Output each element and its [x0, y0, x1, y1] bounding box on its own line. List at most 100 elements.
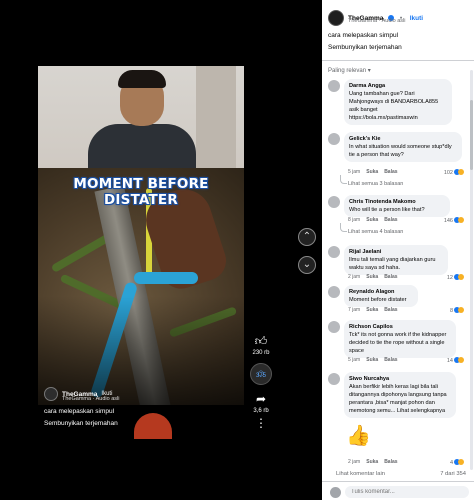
comment-meta: 2 jam Suka Balas [348, 274, 398, 280]
comment-item: Rijal Jaelani Ilmu tali temali yang diaj… [328, 245, 468, 281]
webcam-overlay [38, 66, 244, 168]
like-link[interactable]: Suka [366, 169, 378, 175]
chevron-up-icon: ⌃ [302, 231, 312, 242]
comment-count: 375 [255, 373, 266, 379]
comment-author[interactable]: Richson Capilos [349, 323, 451, 331]
comment-meta: 8 jam Suka Balas [348, 217, 398, 223]
avatar[interactable] [328, 10, 344, 26]
comment-author[interactable]: Darma Angga [349, 82, 447, 90]
video-translate-toggle[interactable]: Sembunyikan terjemahan [44, 420, 118, 427]
scrollbar[interactable] [470, 70, 473, 470]
avatar [330, 487, 341, 498]
reply-link[interactable]: Balas [384, 274, 397, 280]
haha-reaction-icon [458, 274, 464, 280]
comment-text: Tck* its not gonna work if the kidnapper… [349, 332, 447, 354]
chevron-down-icon: ⌄ [302, 259, 312, 270]
comment-text: Ilmu tali temali yang diajarkan guru wak… [349, 257, 436, 271]
reply-link[interactable]: Balas [384, 357, 397, 363]
chevron-down-icon: ▾ [367, 68, 371, 74]
like-link[interactable]: Suka [366, 217, 378, 223]
sort-dropdown[interactable]: Paling relevan ▾ [328, 67, 371, 74]
comment-input[interactable] [345, 486, 469, 498]
more-options-button[interactable]: ⋮ [248, 416, 274, 432]
panel-caption: cara melepaskan simpul [328, 32, 399, 39]
share-button[interactable]: ➦ 3,6 rb [248, 392, 274, 414]
reply-link[interactable]: Balas [384, 307, 397, 313]
reply-link[interactable]: Balas [384, 459, 397, 465]
comment-item: Chris Tinotenda Makomo Who will tie a pe… [328, 195, 468, 237]
reaction-count[interactable]: 4 [450, 459, 464, 466]
comment-bubble: Gelick's Kie In what situation would som… [344, 132, 462, 162]
view-more-comments-link[interactable]: Lihat komentar lain [336, 471, 385, 477]
view-replies-link[interactable]: Lihat semua 3 balasan [339, 175, 403, 187]
avatar[interactable] [328, 80, 340, 92]
reaction-count[interactable]: 102 [444, 169, 464, 176]
like-button[interactable]: 👍︎ 230 rb [248, 334, 274, 356]
comment-item: Reynaldo Alagon Moment before distater 7… [328, 285, 468, 315]
sort-label: Paling relevan [328, 68, 367, 74]
like-link[interactable]: Suka [366, 274, 378, 280]
haha-reaction-icon [458, 459, 464, 465]
comment-button[interactable]: ◯ 375 [248, 363, 274, 387]
avatar[interactable] [328, 133, 340, 145]
reaction-count[interactable]: 8 [450, 307, 464, 314]
comment-author[interactable]: Chris Tinotenda Makomo [349, 198, 445, 206]
share-count: 3,6 rb [253, 408, 269, 414]
haha-reaction-icon [458, 169, 464, 175]
comment-author[interactable]: Rijal Jaelani [349, 248, 443, 256]
comment-meta: 5 jam Suka Balas [348, 169, 398, 175]
divider [322, 60, 474, 61]
avatar[interactable] [44, 387, 58, 401]
reply-link[interactable]: Balas [384, 169, 397, 175]
avatar[interactable] [328, 246, 340, 258]
video-player[interactable]: MOMENT BEFORE DISTATER [38, 66, 244, 405]
comment-author[interactable]: Reynaldo Alagon [349, 288, 413, 296]
panel-author-sub: TheGamma · Audio asli [348, 18, 406, 24]
haha-reaction-icon [458, 357, 464, 363]
comment-item: Gelick's Kie In what situation would som… [328, 132, 468, 187]
haha-reaction-icon [458, 307, 464, 313]
comment-meta: 2 jam Suka Balas [348, 459, 398, 465]
panel-header: TheGamma · Ikuti TheGamma · Audio asli [328, 9, 423, 27]
comment-text: In what situation would someone stup*dly… [349, 144, 452, 158]
avatar[interactable] [328, 196, 340, 208]
comment-text: Akan berfikir lebih keras lagi bila tali… [349, 384, 447, 414]
divider [322, 481, 474, 482]
comment-item: Siwo Nurcahya Akan berfikir lebih keras … [328, 372, 468, 466]
comment-author[interactable]: Gelick's Kie [349, 135, 457, 143]
comment-meta: 5 jam Suka Balas [348, 357, 398, 363]
share-icon: ➦ [255, 392, 267, 406]
comment-bubble: Richson Capilos Tck* its not gonna work … [344, 320, 456, 358]
reaction-count[interactable]: 14 [447, 357, 464, 364]
panel-follow-link[interactable]: Ikuti [410, 15, 423, 22]
comment-text: Moment before distater [349, 297, 407, 303]
video-caption: cara melepaskan simpul [44, 408, 115, 415]
like-link[interactable]: Suka [366, 459, 378, 465]
video-author-sub: TheGamma · Audio asli [62, 396, 120, 402]
comment-bubble: Chris Tinotenda Makomo Who will tie a pe… [344, 195, 450, 217]
comment-count-label: 7 dari 354 [440, 471, 466, 477]
like-link[interactable]: Suka [366, 307, 378, 313]
comment-item: Richson Capilos Tck* its not gonna work … [328, 320, 468, 368]
comment-author[interactable]: Siwo Nurcahya [349, 375, 451, 383]
comments-panel: TheGamma · Ikuti TheGamma · Audio asli c… [322, 0, 474, 500]
view-replies-link[interactable]: Lihat semua 4 balasan [339, 223, 403, 235]
comment-bubble: Siwo Nurcahya Akan berfikir lebih keras … [344, 372, 456, 418]
comment-bubble: Darma Angga Uang tambahan gue? Dari Mahj… [344, 79, 452, 125]
next-video-button[interactable]: ⌄ [298, 256, 316, 274]
thumbs-up-icon: 👍︎ [254, 334, 268, 348]
reply-link[interactable]: Balas [384, 217, 397, 223]
haha-reaction-icon [458, 217, 464, 223]
reaction-count[interactable]: 146 [444, 217, 464, 224]
video-overlay-title: MOMENT BEFORE DISTATER [73, 176, 209, 208]
avatar[interactable] [328, 286, 340, 298]
avatar[interactable] [328, 321, 340, 333]
comment-bubble: Reynaldo Alagon Moment before distater [344, 285, 418, 307]
panel-translate-toggle[interactable]: Sembunyikan terjemahan [328, 44, 402, 51]
reaction-count[interactable]: 12 [447, 274, 464, 281]
previous-video-button[interactable]: ⌃ [298, 228, 316, 246]
next-video-peek [134, 413, 172, 439]
like-link[interactable]: Suka [366, 357, 378, 363]
comment-meta: 7 jam Suka Balas [348, 307, 398, 313]
avatar[interactable] [328, 373, 340, 385]
